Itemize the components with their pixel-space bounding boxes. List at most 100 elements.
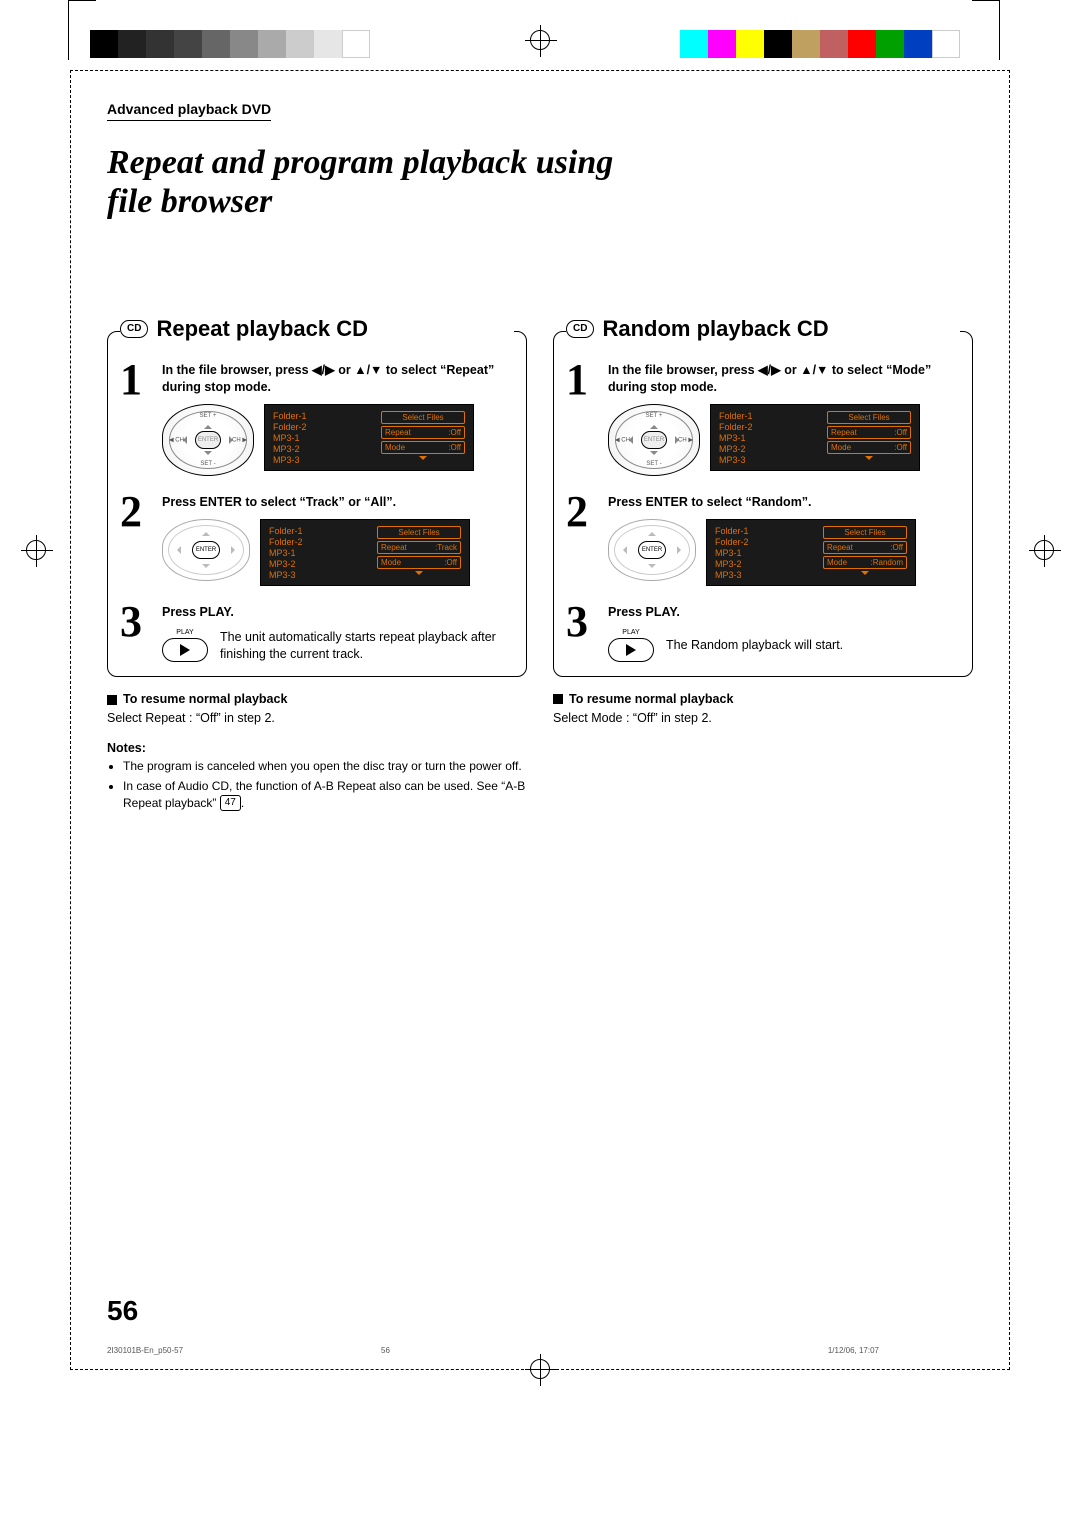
registration-mark-icon: [26, 540, 46, 560]
step-number: 3: [566, 604, 600, 662]
cd-badge: CD: [120, 320, 148, 338]
remote-enter-label: ENTER: [641, 431, 667, 449]
step: 3 Press PLAY. PLAY The unit automaticall…: [120, 604, 514, 663]
step-title: Press PLAY.: [162, 604, 514, 621]
list-item: Folder-2: [269, 537, 365, 548]
list-item: Folder-1: [715, 526, 811, 537]
osd-select-label: Select Files: [381, 411, 465, 424]
section-random: CD Random playback CD 1 In the file brow…: [553, 331, 973, 677]
osd-row: Mode:Off: [377, 556, 461, 569]
caret-down-icon: [861, 571, 869, 579]
osd-select-label: Select Files: [377, 526, 461, 539]
resume-heading: To resume normal playback: [107, 691, 527, 708]
page-title: Repeat and program playback using file b…: [107, 143, 627, 221]
file-browser-osd: Folder-1 Folder-2 MP3-1 MP3-2 MP3-3 Sele…: [264, 404, 474, 471]
column-random: CD Random playback CD 1 In the file brow…: [553, 331, 973, 815]
remote-left-label: ◀ CH: [615, 436, 630, 443]
file-browser-osd: Folder-1 Folder-2 MP3-1 MP3-2 MP3-3 Sele…: [260, 519, 470, 586]
step-number: 3: [120, 604, 154, 663]
remote-bottom-label: SET -: [200, 461, 215, 467]
step-title: Press ENTER to select “Track” or “All”.: [162, 494, 514, 511]
list-item: Folder-1: [273, 411, 369, 422]
note-item: The program is canceled when you open th…: [123, 758, 527, 774]
list-item: Folder-2: [719, 422, 815, 433]
osd-row: Repeat:Off: [381, 426, 465, 439]
osd-row: Mode:Off: [381, 441, 465, 454]
list-item: MP3-2: [715, 559, 811, 570]
step-title: In the file browser, press ◀/▶ or ▲/▼ to…: [162, 362, 514, 396]
note-item: In case of Audio CD, the function of A-B…: [123, 778, 527, 811]
cd-badge: CD: [566, 320, 594, 338]
list-item: MP3-3: [715, 570, 811, 581]
color-swatch-strip: [680, 30, 960, 58]
file-browser-osd: Folder-1 Folder-2 MP3-1 MP3-2 MP3-3 Sele…: [706, 519, 916, 586]
registration-mark-icon: [1034, 540, 1054, 560]
resume-heading: To resume normal playback: [553, 691, 973, 708]
play-button-icon: [162, 638, 208, 662]
resume-text: Select Mode : “Off” in step 2.: [553, 710, 973, 727]
step-title: Press PLAY.: [608, 604, 960, 621]
play-label: PLAY: [162, 629, 208, 636]
osd-select-label: Select Files: [823, 526, 907, 539]
resume-block: To resume normal playback Select Mode : …: [553, 691, 973, 727]
section-heading: Random playback CD: [602, 316, 828, 342]
section-repeat: CD Repeat playback CD 1 In the file brow…: [107, 331, 527, 677]
osd-row: Repeat:Off: [827, 426, 911, 439]
registration-mark-icon: [530, 1359, 550, 1379]
footer-date: 1/12/06, 17:07: [828, 1346, 879, 1355]
footer-page: 56: [381, 1346, 390, 1355]
color-swatch-strip: [90, 30, 370, 58]
step: 2 Press ENTER to select “Track” or “All”…: [120, 494, 514, 586]
crop-mark-icon: [972, 0, 1000, 60]
step: 1 In the file browser, press ◀/▶ or ▲/▼ …: [120, 362, 514, 476]
step-explain: The Random playback will start.: [666, 637, 843, 654]
remote-right-label: CH ▶: [678, 436, 693, 443]
list-item: MP3-1: [269, 548, 365, 559]
caret-down-icon: [865, 456, 873, 464]
step-explain: The unit automatically starts repeat pla…: [220, 629, 514, 663]
step-number: 1: [120, 362, 154, 476]
step-number: 2: [120, 494, 154, 586]
step-title: Press ENTER to select “Random”.: [608, 494, 960, 511]
remote-dpad-icon: ENTER SET + SET - ◀ CH CH ▶: [608, 404, 700, 476]
remote-top-label: SET +: [646, 413, 663, 419]
section-heading: Repeat playback CD: [156, 316, 368, 342]
resume-text: Select Repeat : “Off” in step 2.: [107, 710, 527, 727]
play-button-icon: [608, 638, 654, 662]
osd-row: Repeat:Track: [377, 541, 461, 554]
step-number: 2: [566, 494, 600, 586]
step: 3 Press PLAY. PLAY The Random playback w…: [566, 604, 960, 662]
remote-enter-label: ENTER: [192, 541, 220, 559]
page-number: 56: [107, 1295, 138, 1327]
list-item: MP3-1: [273, 433, 369, 444]
osd-row: Mode:Off: [827, 441, 911, 454]
list-item: MP3-1: [715, 548, 811, 559]
notes-heading: Notes:: [107, 741, 527, 755]
footer-filename: 2I30101B-En_p50-57: [107, 1346, 183, 1355]
list-item: MP3-2: [269, 559, 365, 570]
list-item: Folder-1: [719, 411, 815, 422]
list-item: MP3-3: [269, 570, 365, 581]
column-repeat: CD Repeat playback CD 1 In the file brow…: [107, 331, 527, 815]
remote-dpad-icon: ENTER SET + SET - ◀ CH CH ▶: [162, 404, 254, 476]
remote-right-label: CH ▶: [232, 436, 247, 443]
remote-enter-label: ENTER: [195, 431, 221, 449]
remote-dpad-icon: ENTER: [162, 519, 250, 581]
osd-row: Repeat:Off: [823, 541, 907, 554]
list-item: MP3-2: [273, 444, 369, 455]
page-frame: Advanced playback DVD Repeat and program…: [70, 70, 1010, 1370]
caret-down-icon: [415, 571, 423, 579]
osd-row: Mode:Random: [823, 556, 907, 569]
step: 2 Press ENTER to select “Random”. ENTER: [566, 494, 960, 586]
remote-left-label: ◀ CH: [169, 436, 184, 443]
step-title: In the file browser, press ◀/▶ or ▲/▼ to…: [608, 362, 960, 396]
printer-marks: [0, 0, 1080, 70]
registration-mark-icon: [530, 30, 550, 50]
list-item: MP3-3: [273, 455, 369, 466]
file-browser-osd: Folder-1 Folder-2 MP3-1 MP3-2 MP3-3 Sele…: [710, 404, 920, 471]
list-item: MP3-3: [719, 455, 815, 466]
remote-top-label: SET +: [200, 413, 217, 419]
list-item: MP3-2: [719, 444, 815, 455]
remote-dpad-icon: ENTER: [608, 519, 696, 581]
list-item: Folder-1: [269, 526, 365, 537]
